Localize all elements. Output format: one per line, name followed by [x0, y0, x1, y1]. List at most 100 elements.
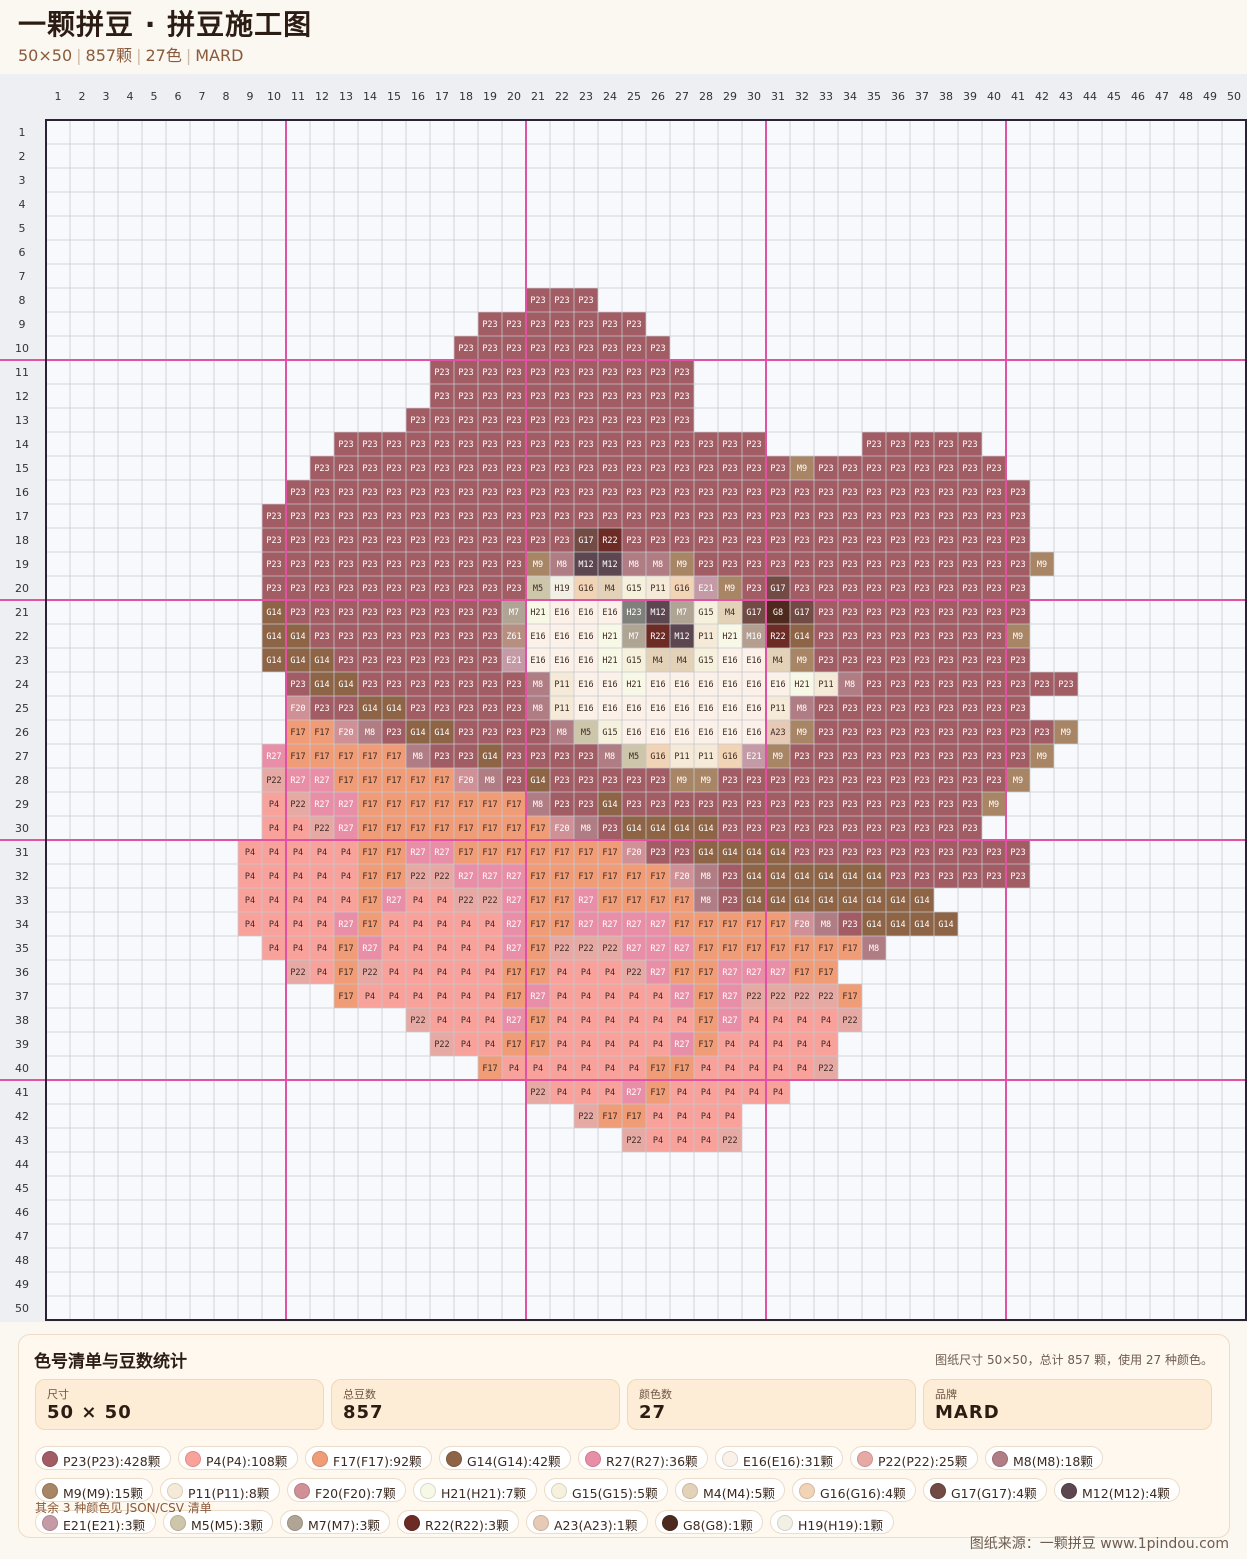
bead-cell[interactable]: M9 [1030, 744, 1054, 768]
bead-cell[interactable]: P4 [286, 864, 310, 888]
bead-cell[interactable]: G14 [598, 792, 622, 816]
bead-cell[interactable]: P4 [646, 1128, 670, 1152]
bead-cell[interactable]: P23 [934, 864, 958, 888]
bead-cell[interactable]: H21 [598, 648, 622, 672]
bead-cell[interactable]: M5 [526, 576, 550, 600]
bead-cell[interactable]: P4 [262, 936, 286, 960]
bead-cell[interactable]: P23 [502, 336, 526, 360]
bead-cell[interactable]: P23 [886, 648, 910, 672]
bead-cell[interactable]: P23 [862, 456, 886, 480]
bead-cell[interactable]: P23 [286, 480, 310, 504]
bead-cell[interactable]: P4 [766, 1032, 790, 1056]
bead-cell[interactable]: P23 [670, 408, 694, 432]
bead-cell[interactable]: R27 [646, 912, 670, 936]
bead-cell[interactable]: P23 [574, 456, 598, 480]
bead-cell[interactable]: P23 [550, 288, 574, 312]
color-chip[interactable]: G16(G16):4颗 [792, 1478, 916, 1502]
bead-cell[interactable]: P23 [622, 336, 646, 360]
bead-cell[interactable]: P23 [550, 456, 574, 480]
bead-cell[interactable]: P22 [406, 864, 430, 888]
bead-cell[interactable]: P23 [454, 552, 478, 576]
bead-cell[interactable]: F17 [478, 792, 502, 816]
bead-cell[interactable]: P23 [958, 432, 982, 456]
bead-cell[interactable]: P23 [934, 576, 958, 600]
bead-cell[interactable]: P23 [502, 528, 526, 552]
bead-cell[interactable]: P4 [670, 1128, 694, 1152]
bead-cell[interactable]: P23 [766, 504, 790, 528]
bead-cell[interactable]: P23 [718, 888, 742, 912]
bead-cell[interactable]: G14 [262, 648, 286, 672]
bead-cell[interactable]: P4 [670, 1104, 694, 1128]
bead-cell[interactable]: F17 [694, 960, 718, 984]
bead-cell[interactable]: M9 [718, 576, 742, 600]
bead-cell[interactable]: F17 [406, 768, 430, 792]
bead-cell[interactable]: P23 [886, 528, 910, 552]
bead-cell[interactable]: P23 [934, 432, 958, 456]
bead-cell[interactable]: F17 [766, 936, 790, 960]
bead-cell[interactable]: P22 [406, 1008, 430, 1032]
bead-cell[interactable]: P23 [742, 432, 766, 456]
bead-cell[interactable]: P22 [286, 960, 310, 984]
bead-cell[interactable]: P23 [934, 744, 958, 768]
bead-cell[interactable]: P23 [910, 816, 934, 840]
bead-cell[interactable]: F17 [382, 744, 406, 768]
bead-cell[interactable]: P23 [574, 360, 598, 384]
bead-cell[interactable]: P23 [382, 432, 406, 456]
bead-cell[interactable]: P23 [886, 600, 910, 624]
bead-cell[interactable]: E16 [550, 648, 574, 672]
bead-cell[interactable]: P23 [502, 456, 526, 480]
bead-cell[interactable]: P23 [526, 480, 550, 504]
bead-cell[interactable]: R27 [670, 1032, 694, 1056]
bead-cell[interactable]: P23 [574, 408, 598, 432]
bead-cell[interactable]: P4 [646, 1008, 670, 1032]
bead-cell[interactable]: P23 [790, 528, 814, 552]
bead-cell[interactable]: P23 [886, 456, 910, 480]
bead-cell[interactable]: P23 [358, 552, 382, 576]
bead-cell[interactable]: P23 [958, 624, 982, 648]
bead-cell[interactable]: P23 [454, 624, 478, 648]
bead-cell[interactable]: P23 [358, 576, 382, 600]
bead-cell[interactable]: G14 [430, 720, 454, 744]
bead-cell[interactable]: P23 [886, 864, 910, 888]
bead-cell[interactable]: E16 [766, 672, 790, 696]
bead-cell[interactable]: P23 [670, 480, 694, 504]
bead-cell[interactable]: P23 [862, 672, 886, 696]
bead-cell[interactable]: P4 [550, 960, 574, 984]
bead-cell[interactable]: P23 [598, 384, 622, 408]
bead-cell[interactable]: P23 [934, 816, 958, 840]
bead-cell[interactable]: E16 [550, 624, 574, 648]
bead-cell[interactable]: P23 [454, 504, 478, 528]
bead-cell[interactable]: P23 [838, 456, 862, 480]
bead-cell[interactable]: P23 [622, 528, 646, 552]
bead-cell[interactable]: M7 [670, 600, 694, 624]
bead-cell[interactable]: G14 [286, 648, 310, 672]
bead-cell[interactable]: P4 [334, 840, 358, 864]
bead-cell[interactable]: P23 [910, 840, 934, 864]
bead-cell[interactable]: P4 [382, 912, 406, 936]
bead-cell[interactable]: P4 [382, 936, 406, 960]
bead-cell[interactable]: P4 [454, 984, 478, 1008]
bead-cell[interactable]: G14 [766, 840, 790, 864]
bead-cell[interactable]: P4 [382, 960, 406, 984]
bead-cell[interactable]: P23 [958, 456, 982, 480]
bead-cell[interactable]: G14 [310, 672, 334, 696]
bead-cell[interactable]: P23 [478, 360, 502, 384]
bead-cell[interactable]: E16 [598, 696, 622, 720]
bead-cell[interactable]: P23 [670, 528, 694, 552]
bead-cell[interactable]: G14 [334, 672, 358, 696]
bead-cell[interactable]: P23 [958, 816, 982, 840]
bead-cell[interactable]: P4 [286, 888, 310, 912]
bead-cell[interactable]: G8 [766, 600, 790, 624]
bead-cell[interactable]: G14 [790, 624, 814, 648]
bead-cell[interactable]: P23 [982, 504, 1006, 528]
bead-cell[interactable]: R22 [646, 624, 670, 648]
bead-cell[interactable]: M9 [1030, 552, 1054, 576]
bead-cell[interactable]: F17 [406, 816, 430, 840]
bead-cell[interactable]: F17 [550, 912, 574, 936]
bead-cell[interactable]: P23 [310, 696, 334, 720]
bead-cell[interactable]: G14 [862, 912, 886, 936]
bead-cell[interactable]: P22 [430, 1032, 454, 1056]
bead-cell[interactable]: P11 [814, 672, 838, 696]
bead-cell[interactable]: P23 [334, 456, 358, 480]
bead-cell[interactable]: F17 [382, 840, 406, 864]
